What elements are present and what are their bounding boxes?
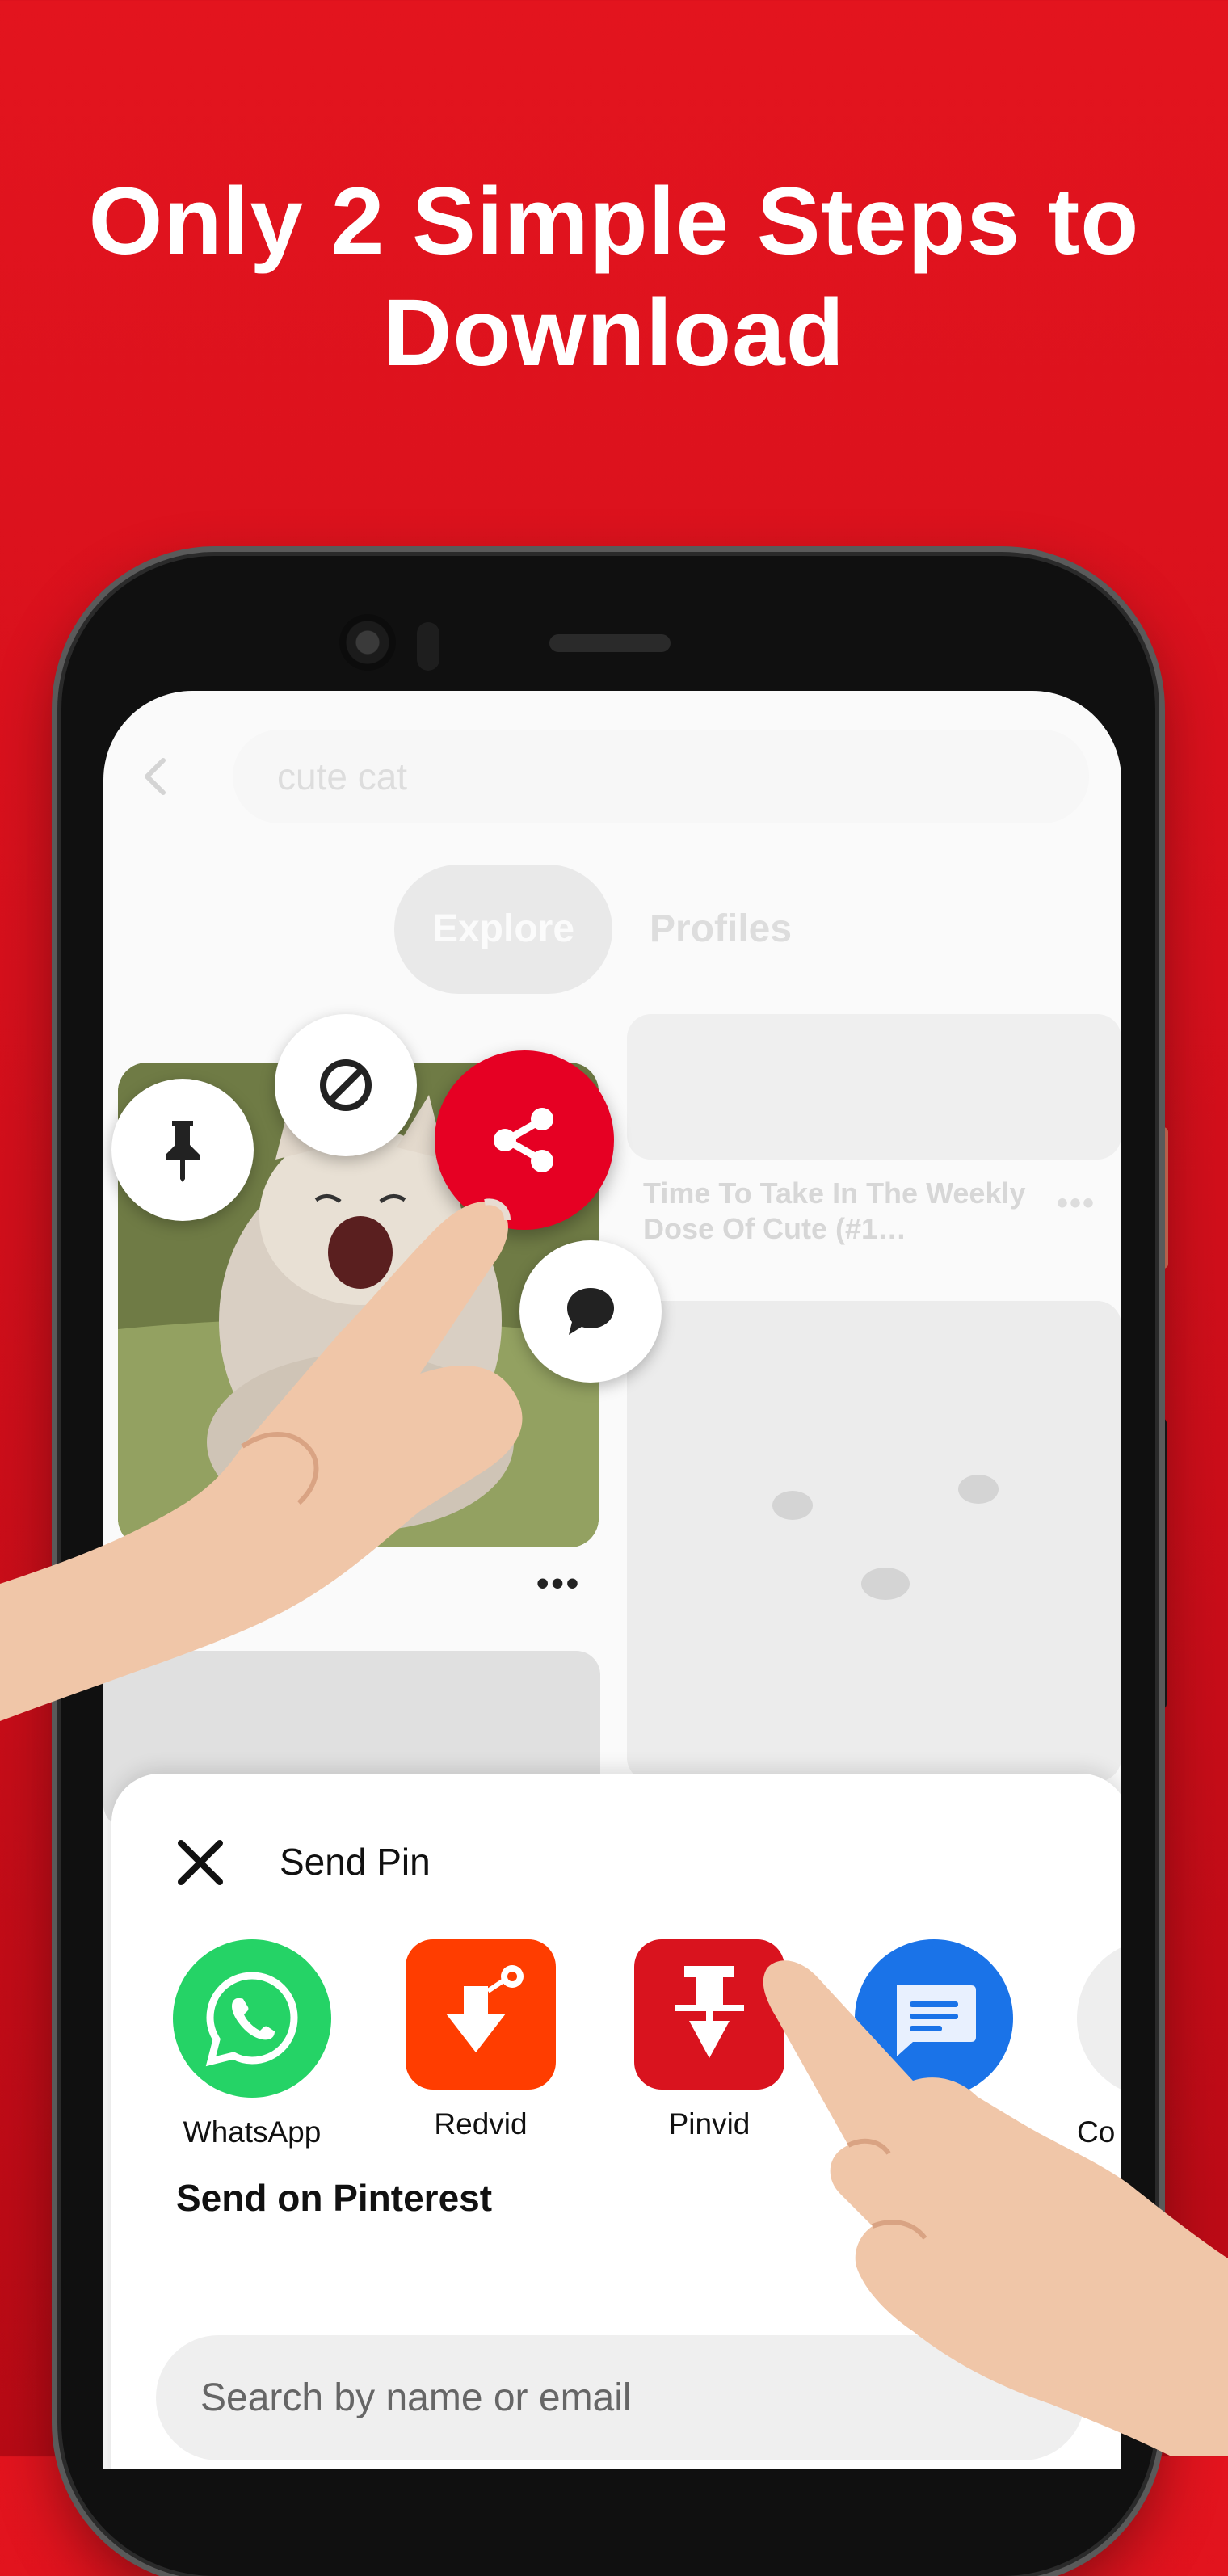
headline-line-2: Download (383, 280, 845, 386)
share-app-whatsapp[interactable]: WhatsApp (171, 1939, 333, 2149)
earpiece-speaker (549, 634, 671, 652)
search-input[interactable]: cute cat (233, 730, 1089, 823)
send-on-pinterest-heading: Send on Pinterest (176, 2177, 493, 2219)
pin-card-title: Time To Take In The Weekly Dose Of Cute … (643, 1176, 1026, 1245)
sheet-title: Send Pin (280, 1841, 431, 1883)
share-app-label: Redvid (434, 2107, 528, 2140)
whatsapp-icon (173, 1939, 331, 2098)
hide-icon (320, 1059, 372, 1111)
back-arrow-icon[interactable] (137, 757, 176, 796)
pin-card-image[interactable] (627, 1301, 1121, 1782)
tab-explore[interactable]: Explore (394, 865, 612, 994)
share-app-redvid[interactable]: Redvid (400, 1939, 561, 2141)
redvid-icon (406, 1939, 556, 2090)
share-app-label: WhatsApp (183, 2115, 322, 2149)
headline: Only 2 Simple Steps to Download (0, 166, 1228, 389)
phone-volume-button (1154, 1418, 1167, 1709)
tab-profiles[interactable]: Profiles (650, 865, 792, 994)
proximity-sensor (417, 622, 439, 671)
pin-card-image[interactable] (627, 1014, 1121, 1160)
pointing-hand-illustration (763, 1960, 1228, 2456)
close-icon[interactable] (176, 1838, 225, 1887)
pointing-hand-illustration (0, 1198, 523, 1721)
phone-side-button (1154, 1127, 1168, 1269)
headline-line-1: Only 2 Simple Steps to (88, 168, 1140, 275)
pin-more-options[interactable]: ••• (1057, 1185, 1096, 1222)
hide-pin-button[interactable] (275, 1014, 417, 1156)
front-camera (339, 614, 396, 671)
